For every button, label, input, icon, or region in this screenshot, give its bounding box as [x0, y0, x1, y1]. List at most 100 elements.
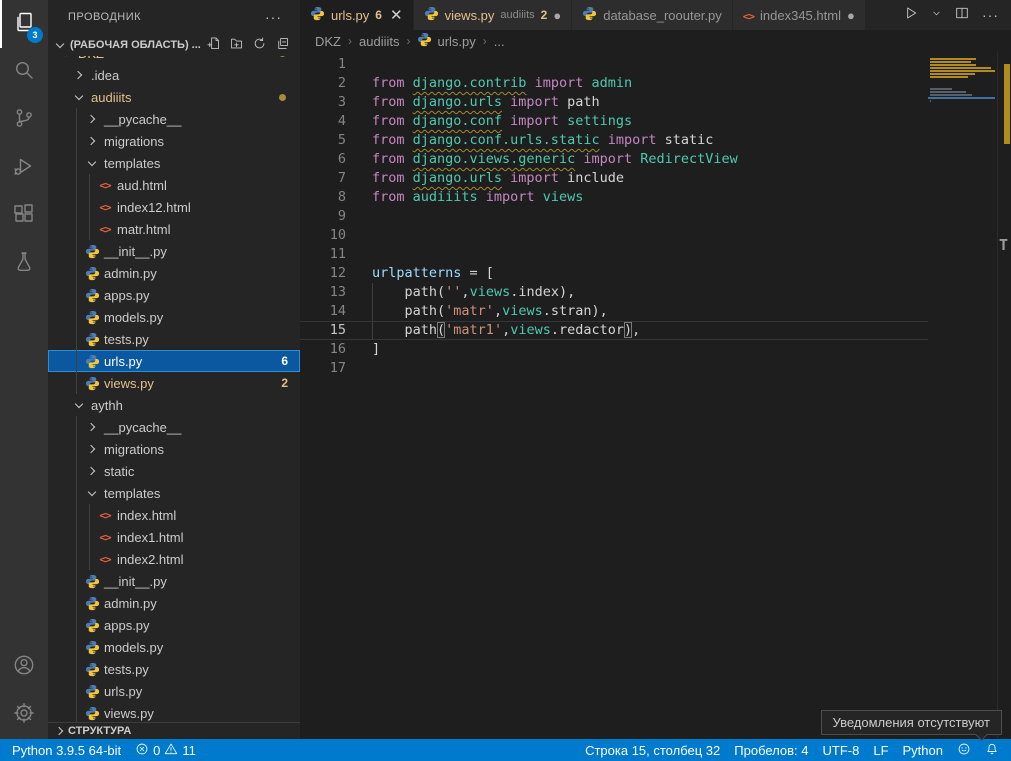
- tree-item-aythh[interactable]: aythh: [48, 394, 300, 416]
- code-line-12[interactable]: 12urlpatterns = [: [300, 264, 928, 283]
- code-line-10[interactable]: 10: [300, 226, 928, 245]
- dirty-indicator-icon[interactable]: ●: [847, 8, 855, 23]
- code-line-3[interactable]: 3from django.urls import path: [300, 93, 928, 112]
- tree-item-views-py[interactable]: views.py2: [48, 372, 300, 394]
- tree-indent-guide: [76, 438, 77, 460]
- code-line-15[interactable]: 15 path('matr1',views.redactor),: [300, 321, 928, 340]
- code-line-5[interactable]: 5from django.conf.urls.static import sta…: [300, 131, 928, 150]
- tree-item-index2-html[interactable]: <>index2.html: [48, 548, 300, 570]
- code-editor[interactable]: 12from django.contrib import admin3from …: [300, 52, 1011, 739]
- activity-testing[interactable]: [0, 240, 48, 288]
- minimap[interactable]: [928, 55, 997, 175]
- eol-status[interactable]: LF: [866, 739, 895, 761]
- tab-label: index345.html: [760, 8, 841, 23]
- tree-item-migrations[interactable]: migrations: [48, 130, 300, 152]
- refresh-icon[interactable]: [252, 36, 267, 54]
- code-line-8[interactable]: 8from audiiits import views: [300, 188, 928, 207]
- tree-item-index1-html[interactable]: <>index1.html: [48, 526, 300, 548]
- tree-item-index12-html[interactable]: <>index12.html: [48, 196, 300, 218]
- encoding-status[interactable]: UTF-8: [816, 739, 867, 761]
- git-modified-dot: [279, 56, 286, 57]
- tree-item-models-py[interactable]: models.py: [48, 306, 300, 328]
- workspace-section-header[interactable]: (РАБОЧАЯ ОБЛАСТЬ) ...: [48, 34, 300, 56]
- breadcrumb-item[interactable]: urls.py: [417, 32, 475, 50]
- code-line-1[interactable]: 1: [300, 55, 928, 74]
- scrollbar-track[interactable]: [997, 52, 998, 739]
- tree-item-urls-py[interactable]: urls.py6: [48, 350, 300, 372]
- tree-item-apps-py[interactable]: apps.py: [48, 284, 300, 306]
- python-interpreter-status[interactable]: Python 3.9.5 64-bit: [5, 739, 128, 761]
- code-text: [346, 55, 372, 74]
- code-line-13[interactable]: 13 path('',views.index),: [300, 283, 928, 302]
- tree-item-static[interactable]: static: [48, 460, 300, 482]
- code-line-11[interactable]: 11: [300, 245, 928, 264]
- bell-status[interactable]: [978, 739, 1006, 761]
- tree-item-index-html[interactable]: <>index.html: [48, 504, 300, 526]
- tree-item--init-py[interactable]: __init__.py: [48, 240, 300, 262]
- indentation-status[interactable]: Пробелов: 4: [727, 739, 815, 761]
- tree-item-admin-py[interactable]: admin.py: [48, 592, 300, 614]
- activity-run-and-debug[interactable]: [0, 144, 48, 192]
- cursor-position-status[interactable]: Строка 15, столбец 32: [578, 739, 727, 761]
- feedback-status[interactable]: [950, 739, 978, 761]
- activity-source-control[interactable]: [0, 96, 48, 144]
- line-number: 6: [300, 150, 346, 169]
- breadcrumb-item[interactable]: ...: [494, 34, 505, 49]
- breadcrumb-item[interactable]: audiiits: [359, 34, 399, 49]
- collapse-all-icon[interactable]: [275, 36, 290, 54]
- code-line-16[interactable]: 16]: [300, 340, 928, 359]
- tree-item-models-py[interactable]: models.py: [48, 636, 300, 658]
- tree-item-views-py[interactable]: views.py: [48, 702, 300, 722]
- tree-item-aud-html[interactable]: <>aud.html: [48, 174, 300, 196]
- tree-item-migrations[interactable]: migrations: [48, 438, 300, 460]
- split-editor-icon[interactable]: [954, 5, 970, 26]
- code-line-6[interactable]: 6from django.views.generic import Redire…: [300, 150, 928, 169]
- tab-index345-html[interactable]: <>index345.html●: [733, 0, 866, 30]
- run-icon[interactable]: [903, 5, 919, 26]
- activity-extensions[interactable]: [0, 192, 48, 240]
- activity-account[interactable]: [0, 643, 48, 691]
- code-line-14[interactable]: 14 path('matr',views.stran),: [300, 302, 928, 321]
- tree-item--pycache-[interactable]: __pycache__: [48, 416, 300, 438]
- dirty-indicator-icon[interactable]: ●: [553, 8, 561, 23]
- code-line-7[interactable]: 7from django.urls import include: [300, 169, 928, 188]
- sidebar-more-actions-icon[interactable]: ···: [265, 9, 282, 25]
- tree-item-apps-py[interactable]: apps.py: [48, 614, 300, 636]
- tree-item-audiiits[interactable]: audiiits: [48, 86, 300, 108]
- tree-item-tests-py[interactable]: tests.py: [48, 328, 300, 350]
- language-mode-status[interactable]: Python: [896, 739, 950, 761]
- more-actions-icon[interactable]: ···: [982, 7, 999, 23]
- editor-actions: ···: [891, 0, 1011, 30]
- tree-item-tests-py[interactable]: tests.py: [48, 658, 300, 680]
- tree-item-templates[interactable]: templates: [48, 482, 300, 504]
- tree-item-matr-html[interactable]: <>matr.html: [48, 218, 300, 240]
- tab-urls-py[interactable]: urls.py6✕: [300, 0, 414, 30]
- tree-item-dkz[interactable]: DKZ: [48, 56, 300, 64]
- activity-explorer[interactable]: 3: [0, 0, 48, 48]
- file-tree: DKZ.ideaaudiiits__pycache__migrationstem…: [48, 56, 300, 722]
- code-line-17[interactable]: 17: [300, 359, 928, 378]
- outline-section-header[interactable]: СТРУКТУРА: [48, 722, 300, 739]
- code-line-2[interactable]: 2from django.contrib import admin: [300, 74, 928, 93]
- tree-item-templates[interactable]: templates: [48, 152, 300, 174]
- tree-item-admin-py[interactable]: admin.py: [48, 262, 300, 284]
- activity-search[interactable]: [0, 48, 48, 96]
- run-dropdown-icon[interactable]: [931, 6, 942, 24]
- tree-item--idea[interactable]: .idea: [48, 64, 300, 86]
- code-line-4[interactable]: 4from django.conf import settings: [300, 112, 928, 131]
- close-icon[interactable]: ✕: [390, 8, 403, 23]
- activity-settings[interactable]: [0, 691, 48, 739]
- tree-item-urls-py[interactable]: urls.py: [48, 680, 300, 702]
- tree-indent-guide: [76, 504, 77, 526]
- breadcrumb-item[interactable]: DKZ: [315, 34, 341, 49]
- chevron-right-icon: [84, 463, 100, 479]
- tab-views-py[interactable]: views.pyaudiiits2●: [414, 0, 573, 30]
- problems-status[interactable]: 011: [128, 739, 203, 761]
- code-line-9[interactable]: 9: [300, 207, 928, 226]
- tree-item--init-py[interactable]: __init__.py: [48, 570, 300, 592]
- tree-item--pycache-[interactable]: __pycache__: [48, 108, 300, 130]
- tab-database-roouter-py[interactable]: database_roouter.py: [572, 0, 733, 30]
- tree-item-label: aud.html: [117, 178, 167, 193]
- new-folder-icon[interactable]: [229, 36, 244, 54]
- new-file-icon[interactable]: [206, 36, 221, 54]
